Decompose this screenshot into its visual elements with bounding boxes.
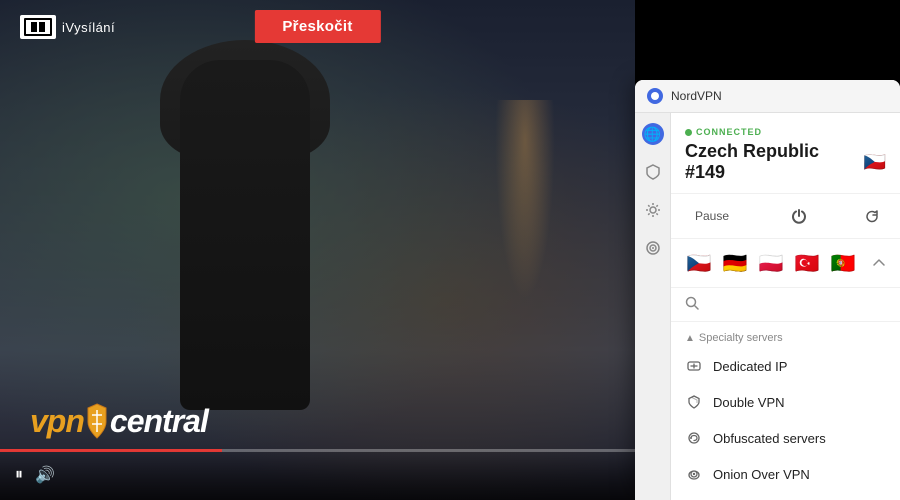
central-text: central — [110, 403, 208, 440]
connected-label: CONNECTED — [685, 127, 886, 137]
sidebar-icon-globe[interactable]: 🌐 — [642, 123, 664, 145]
sidebar-icon-target[interactable] — [642, 237, 664, 259]
recent-flags: 🇨🇿 🇩🇪 🇵🇱 🇹🇷 🇵🇹 — [671, 239, 900, 288]
ct-logo-icon — [20, 15, 56, 39]
panel-titlebar: NordVPN — [635, 80, 900, 113]
dedicated-ip-icon — [685, 357, 703, 375]
search-icon — [685, 296, 699, 313]
section-chevron-icon: ▲ — [685, 333, 695, 344]
server-name-text: Czech Republic #149 — [685, 141, 858, 183]
vpn-text: vpn — [30, 403, 84, 440]
refresh-button[interactable] — [858, 202, 886, 230]
obfuscated-servers-item[interactable]: Obfuscated servers — [671, 420, 900, 456]
connected-dot — [685, 129, 692, 136]
server-flag: 🇨🇿 — [864, 152, 886, 173]
nordvpn-logo-icon — [647, 88, 663, 104]
action-row: Pause — [671, 193, 900, 239]
specialty-section-title: Specialty servers — [699, 332, 783, 344]
ivysilani-logo: iVysílání — [20, 15, 115, 39]
power-button[interactable] — [785, 202, 813, 230]
video-silhouette — [150, 60, 350, 440]
onion-over-vpn-label: Onion Over VPN — [713, 467, 810, 482]
panel-title: NordVPN — [671, 89, 722, 103]
vpn-shield-icon — [86, 402, 108, 440]
double-vpn-item[interactable]: Double VPN — [671, 384, 900, 420]
video-controls: ⏸ 🔊 — [0, 450, 635, 500]
play-pause-button[interactable]: ⏸ — [15, 466, 23, 484]
video-player: iVysílání Přeskočit vpn central ⏸ 🔊 — [0, 0, 635, 500]
flag-de[interactable]: 🇩🇪 — [721, 249, 749, 277]
flag-cz[interactable]: 🇨🇿 — [685, 249, 713, 277]
double-vpn-icon — [685, 393, 703, 411]
obfuscated-servers-icon — [685, 429, 703, 447]
background-glow — [495, 100, 555, 300]
sidebar-icon-shield[interactable] — [642, 161, 664, 183]
flag-pl[interactable]: 🇵🇱 — [757, 249, 785, 277]
search-input[interactable] — [705, 297, 886, 312]
ivysilani-text: iVysílání — [62, 20, 115, 35]
skip-button[interactable]: Přeskočit — [254, 10, 380, 43]
nordvpn-panel: NordVPN 🌐 — [635, 80, 900, 500]
sidebar-icon-settings[interactable] — [642, 199, 664, 221]
flag-tr[interactable]: 🇹🇷 — [793, 249, 821, 277]
dedicated-ip-item[interactable]: Dedicated IP — [671, 348, 900, 384]
ct-logo-inner — [24, 18, 52, 36]
server-name: Czech Republic #149 🇨🇿 — [685, 141, 886, 183]
connected-section: CONNECTED Czech Republic #149 🇨🇿 — [671, 113, 900, 193]
pause-button[interactable]: Pause — [685, 205, 739, 227]
flags-collapse-button[interactable] — [872, 255, 886, 271]
onion-over-vpn-icon — [685, 465, 703, 483]
vpncentral-watermark: vpn central — [30, 402, 208, 440]
volume-button[interactable]: 🔊 — [35, 465, 55, 485]
search-row[interactable] — [671, 288, 900, 322]
double-vpn-label: Double VPN — [713, 395, 785, 410]
panel-content: CONNECTED Czech Republic #149 🇨🇿 Pause — [671, 113, 900, 500]
specialty-servers-header: ▲ Specialty servers — [671, 322, 900, 348]
sidebar: 🌐 — [635, 113, 671, 500]
dedicated-ip-label: Dedicated IP — [713, 359, 787, 374]
connected-status: CONNECTED — [696, 127, 762, 137]
onion-over-vpn-item[interactable]: Onion Over VPN — [671, 456, 900, 492]
p2p-item[interactable]: P2P — [671, 492, 900, 500]
flag-pt[interactable]: 🇵🇹 — [829, 249, 857, 277]
panel-body: 🌐 — [635, 113, 900, 500]
obfuscated-servers-label: Obfuscated servers — [713, 431, 826, 446]
